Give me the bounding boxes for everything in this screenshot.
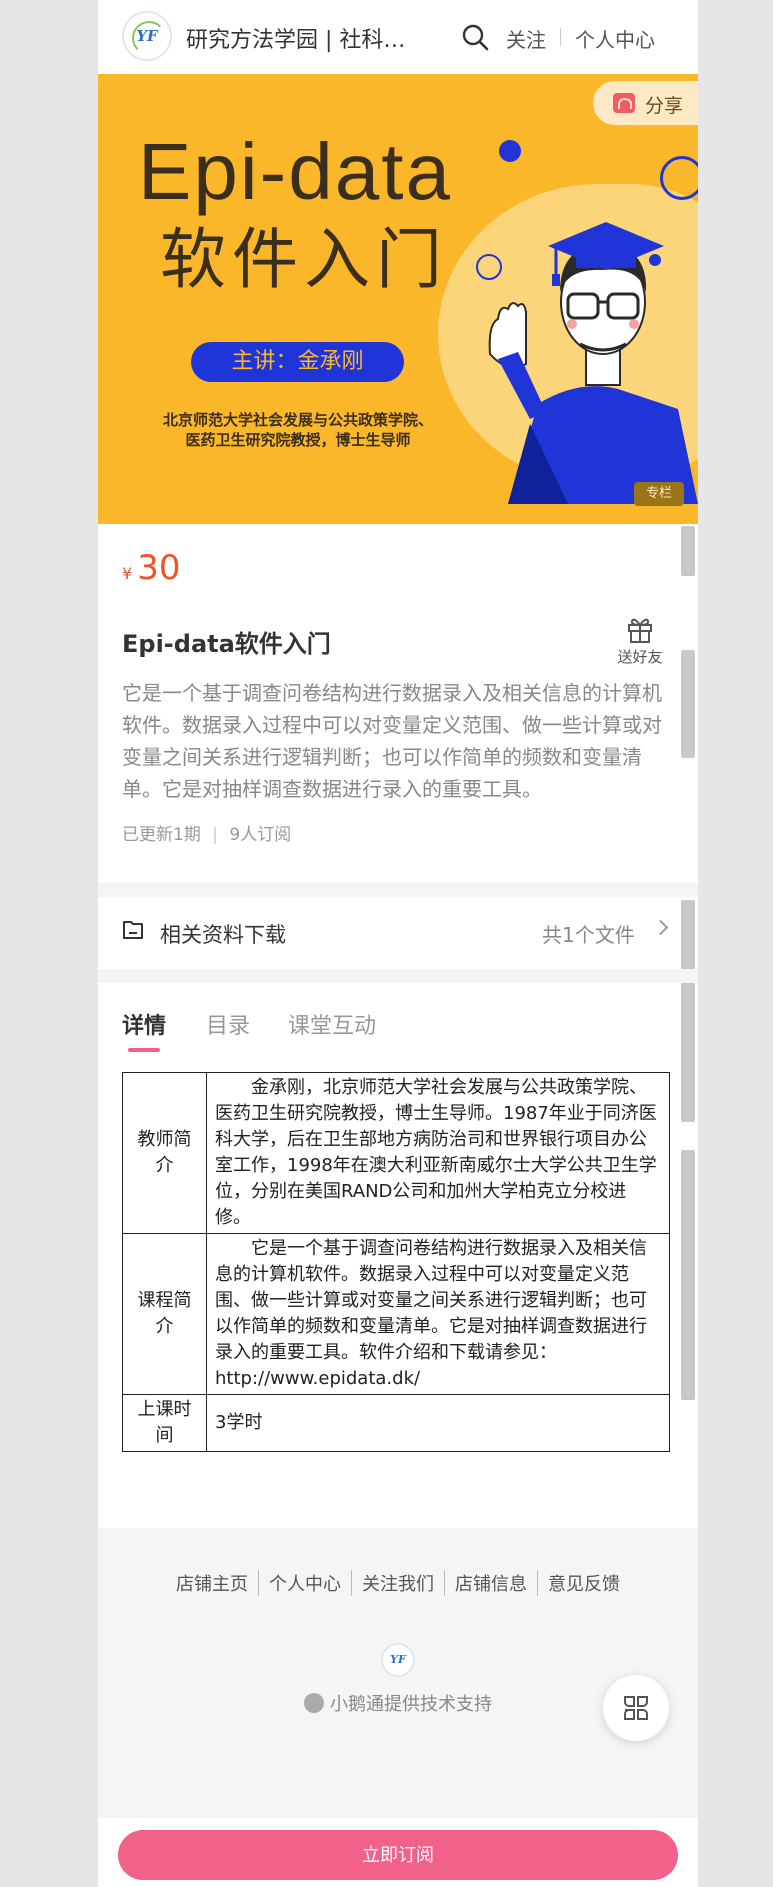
banner-speaker: 主讲：金承刚: [191, 342, 404, 382]
tab-details[interactable]: 详情: [122, 1008, 166, 1040]
floating-menu-button[interactable]: [603, 1675, 669, 1741]
logo-text: YF: [136, 27, 158, 45]
course-title: Epi-data软件入门: [122, 630, 331, 658]
row-value-course: 它是一个基于调查问卷结构进行数据录入及相关信息的计算机软件。数据录入过程中可以对…: [206, 1233, 670, 1395]
scrollbar-segment[interactable]: [681, 650, 695, 758]
course-banner: 分享 Epi-data 软件入门 主讲：金承刚 北京师范大学社会发展与公共政策学…: [98, 74, 698, 524]
row-value-teacher: 金承刚，北京师范大学社会发展与公共政策学院、医药卫生研究院教授，博士生导师。19…: [206, 1072, 670, 1234]
share-label: 分享: [645, 95, 684, 117]
section-gap: [98, 969, 698, 983]
row-key-course: 课程简介: [122, 1233, 207, 1395]
course-detail-table: 教师简介 金承刚，北京师范大学社会发展与公共政策学院、医药卫生研究院教授，博士生…: [122, 1072, 670, 1452]
banner-title-en: Epi-data: [138, 127, 452, 216]
update-count: 已更新1期: [122, 825, 201, 845]
banner-institution: 北京师范大学社会发展与公共政策学院、 医药卫生研究院教授，博士生导师: [138, 410, 458, 450]
follow-link[interactable]: 关注: [506, 24, 546, 53]
shop-title[interactable]: 研究方法学园 | 社科方法与统计: [186, 22, 416, 54]
price-value: 30: [137, 548, 181, 588]
page: YF 研究方法学园 | 社科方法与统计 关注 个人中心: [98, 0, 698, 1887]
table-row: 上课时间 3学时: [122, 1394, 670, 1452]
gift-to-friend-button[interactable]: 送好友: [610, 614, 670, 667]
related-download-row[interactable]: 相关资料下载 共1个文件: [98, 897, 698, 969]
footer-shop-logo: YF: [381, 1643, 415, 1677]
footer-link-follow-us[interactable]: 关注我们: [351, 1570, 444, 1596]
header-divider: [560, 28, 561, 46]
footer-link-feedback[interactable]: 意见反馈: [537, 1570, 630, 1596]
table-row: 教师简介 金承刚，北京师范大学社会发展与公共政策学院、医药卫生研究院教授，博士生…: [122, 1072, 670, 1234]
scrollbar-segment[interactable]: [681, 1150, 695, 1400]
subscribe-button[interactable]: 立即订阅: [118, 1830, 678, 1880]
gift-icon: [628, 618, 652, 643]
footer-link-shop-info[interactable]: 店铺信息: [444, 1570, 537, 1596]
footer-links: 店铺主页 个人中心 关注我们 店铺信息 意见反馈: [98, 1570, 698, 1596]
bottom-action-bar: 立即订阅: [98, 1818, 698, 1887]
footer-link-user-center[interactable]: 个人中心: [258, 1570, 351, 1596]
banner-institution-line2: 医药卫生研究院教授，博士生导师: [185, 431, 411, 449]
share-heart-icon: [613, 93, 635, 113]
share-button[interactable]: 分享: [593, 81, 698, 125]
price-currency: ¥: [122, 564, 133, 583]
column-tag: 专栏: [634, 482, 684, 506]
teacher-intro-text: 金承刚，北京师范大学社会发展与公共政策学院、医药卫生研究院教授，博士生导师。19…: [215, 1077, 657, 1228]
table-row: 课程简介 它是一个基于调查问卷结构进行数据录入及相关信息的计算机软件。数据录入过…: [122, 1233, 670, 1395]
page-footer: 店铺主页 个人中心 关注我们 店铺信息 意见反馈 YF 小鹅通提供技术支持: [98, 1528, 698, 1818]
folder-download-icon: [123, 921, 143, 939]
banner-dot: [499, 140, 521, 162]
teacher-illustration: [488, 222, 698, 504]
active-tab-indicator: [128, 1048, 160, 1052]
tech-support-text: 小鹅通提供技术支持: [330, 1694, 492, 1715]
footer-logo-text: YF: [390, 1653, 406, 1666]
file-count: 共1个文件: [542, 923, 635, 947]
course-price: ¥ 30: [122, 548, 181, 588]
tab-catalog[interactable]: 目录: [206, 1008, 250, 1040]
user-center-link[interactable]: 个人中心: [575, 24, 655, 53]
course-description: 它是一个基于调查问卷结构进行数据录入及相关信息的计算机软件。数据录入过程中可以对…: [122, 681, 662, 801]
download-label: 相关资料下载: [160, 923, 286, 947]
row-key-time: 上课时间: [122, 1394, 207, 1452]
top-header: YF 研究方法学园 | 社科方法与统计 关注 个人中心: [98, 0, 698, 74]
course-meta: 已更新1期 | 9人订阅: [122, 825, 292, 845]
subscriber-count: 9人订阅: [229, 825, 292, 845]
tab-interaction[interactable]: 课堂互动: [288, 1008, 376, 1040]
course-intro-text: 它是一个基于调查问卷结构进行数据录入及相关信息的计算机软件。数据录入过程中可以对…: [215, 1238, 647, 1389]
row-value-time: 3学时: [206, 1394, 670, 1452]
xiaoetong-logo-icon: [304, 1693, 324, 1713]
grid-menu-icon: [624, 1696, 648, 1720]
row-key-teacher: 教师简介: [122, 1072, 207, 1234]
banner-institution-line1: 北京师范大学社会发展与公共政策学院、: [162, 411, 433, 429]
shop-logo[interactable]: YF: [122, 11, 172, 61]
banner-title-cn: 软件入门: [160, 221, 448, 298]
chevron-right-icon: [652, 919, 669, 936]
gift-label: 送好友: [617, 648, 663, 666]
footer-link-shop-home[interactable]: 店铺主页: [166, 1570, 258, 1596]
scrollbar-segment[interactable]: [681, 526, 695, 576]
section-gap: [98, 883, 698, 897]
search-icon[interactable]: [461, 23, 489, 51]
